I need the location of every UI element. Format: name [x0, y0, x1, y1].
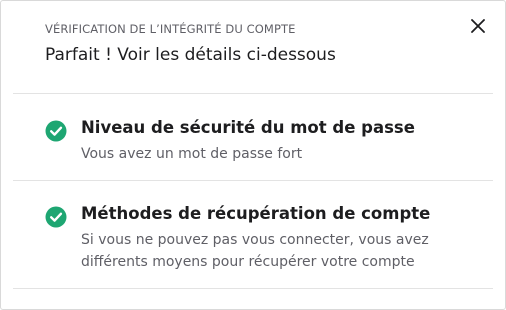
check-circle-icon [45, 206, 67, 228]
divider [13, 180, 493, 181]
close-icon [471, 19, 485, 33]
check-item-password-strength: Niveau de sécurité du mot de passe Vous … [45, 117, 485, 165]
dialog-eyebrow: VÉRIFICATION DE L’INTÉGRITÉ DU COMPTE [45, 22, 296, 36]
check-item-recovery-methods: Méthodes de récupération de compte Si vo… [45, 203, 485, 273]
divider [13, 288, 493, 289]
dialog-header: VÉRIFICATION DE L’INTÉGRITÉ DU COMPTE Pa… [45, 21, 336, 67]
check-item-title: Niveau de sécurité du mot de passe [81, 118, 415, 137]
dialog-title: Parfait ! Voir les détails ci-dessous [45, 45, 336, 65]
check-item-description: Vous avez un mot de passe fort [81, 146, 303, 162]
check-item-title: Méthodes de récupération de compte [81, 204, 431, 223]
account-health-dialog: VÉRIFICATION DE L’INTÉGRITÉ DU COMPTE Pa… [0, 0, 506, 310]
check-circle-icon [45, 120, 67, 142]
check-item-description: Si vous ne pouvez pas vous connecter, vo… [81, 232, 429, 270]
divider [13, 93, 493, 94]
close-button[interactable] [467, 15, 489, 37]
